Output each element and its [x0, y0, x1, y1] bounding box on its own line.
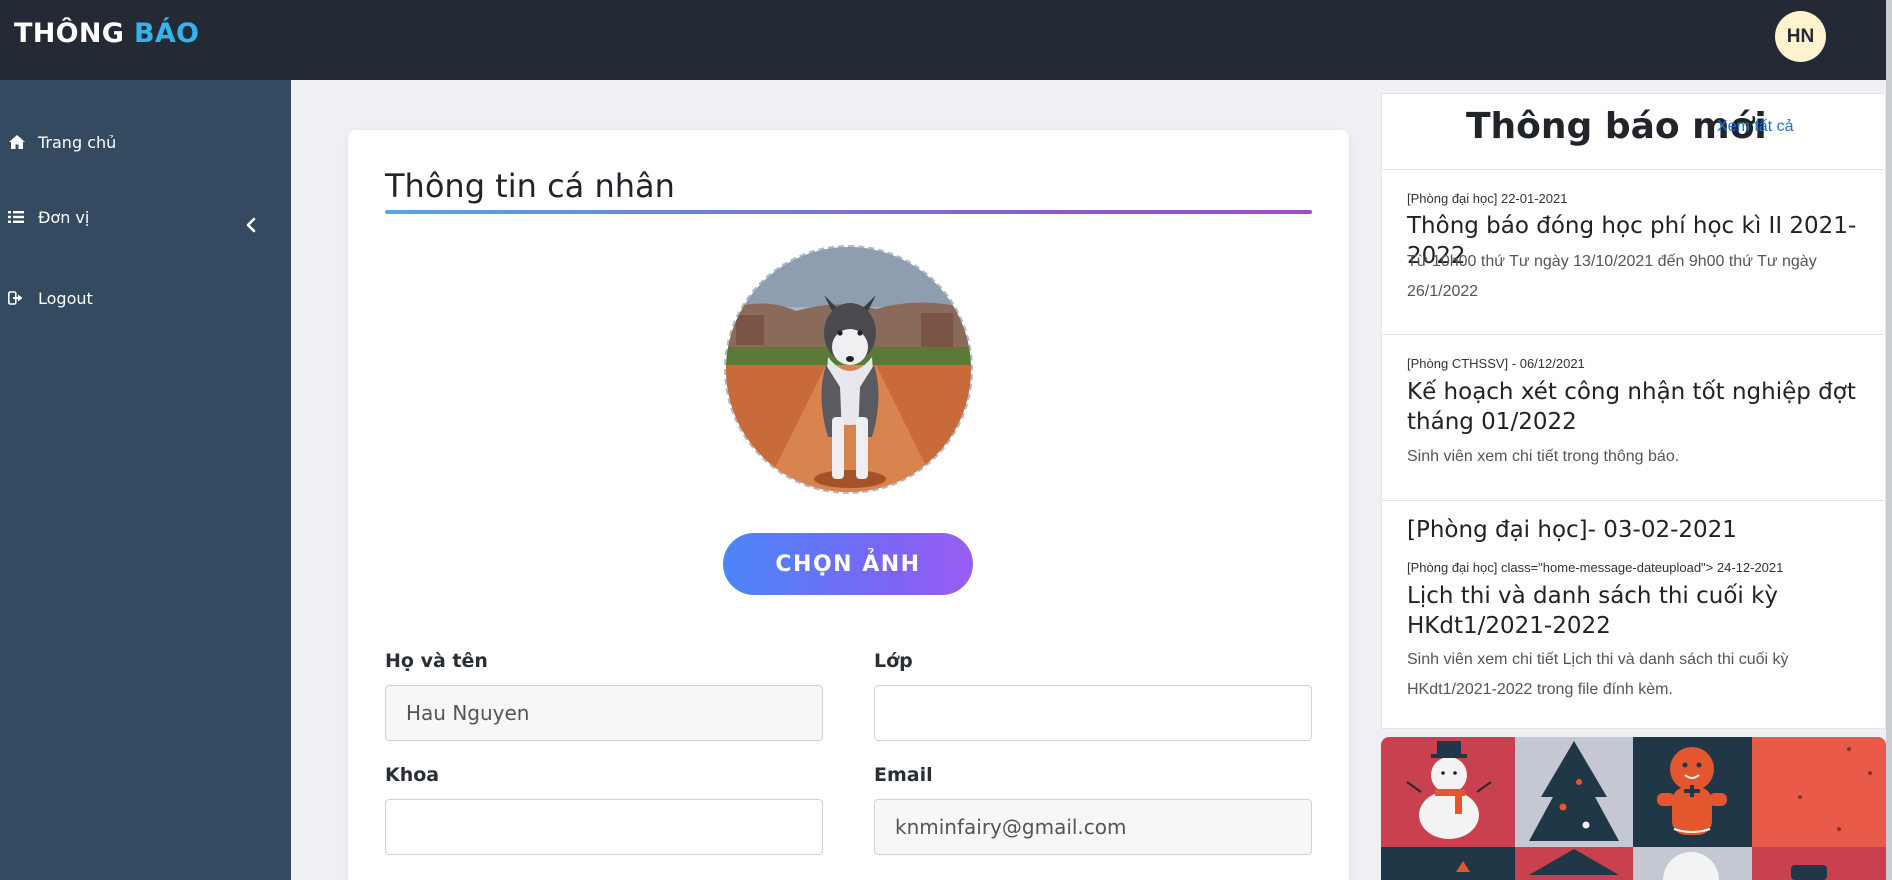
email-field[interactable] [874, 799, 1312, 855]
see-all-link[interactable]: Xem tất cả [1717, 118, 1793, 136]
notifications-panel: Thông báo mới Xem tất cả [Phòng đại học]… [1381, 93, 1887, 730]
user-avatar[interactable]: HN [1775, 11, 1826, 62]
notifications-header: Thông báo mới Xem tất cả [1382, 94, 1887, 170]
notification-desc: Sinh viên xem chi tiết trong thông báo. [1407, 448, 1680, 465]
class-field[interactable] [874, 685, 1312, 741]
christmas-banner[interactable] [1381, 737, 1886, 880]
christmas-illustration [1381, 737, 1886, 880]
page-title: Thông tin cá nhân [385, 167, 675, 205]
top-bar: THÔNG BÁO HN [0, 0, 1892, 80]
logo-text: THÔNG [14, 18, 134, 49]
faculty-field[interactable] [385, 799, 823, 855]
list-icon [0, 210, 36, 224]
notification-item[interactable]: [Phòng đại học]- 03-02-2021 [Phòng đại h… [1382, 501, 1887, 730]
home-icon [0, 134, 36, 150]
notification-date: [Phòng đại học] 22-01-2021 [1407, 191, 1568, 206]
faculty-label: Khoa [385, 764, 440, 786]
sidebar-item-label: Đơn vị [38, 207, 90, 227]
notification-subheading: [Phòng đại học]- 03-02-2021 [1407, 517, 1737, 543]
sidebar-item-home[interactable]: Trang chủ [0, 124, 291, 160]
notification-date: [Phòng CTHSSV] - 06/12/2021 [1407, 356, 1585, 371]
sidebar-item-label: Logout [38, 288, 93, 308]
notification-title: Lịch thi và danh sách thi cuối kỳ HKdt1/… [1407, 583, 1779, 639]
notification-item[interactable]: [Phòng CTHSSV] - 06/12/2021 Kế hoạch xét… [1382, 335, 1887, 501]
class-label: Lớp [874, 650, 913, 672]
sidebar-item-label: Trang chủ [38, 132, 117, 152]
chevron-left-icon[interactable] [244, 215, 258, 235]
logo-accent-text: BÁO [133, 18, 200, 49]
notification-item[interactable]: [Phòng đại học] 22-01-2021 Thông báo đón… [1382, 170, 1887, 335]
husky-photo [726, 247, 971, 492]
sidebar-item-logout[interactable]: Logout [0, 280, 291, 316]
choose-photo-button[interactable]: CHỌN ẢNH [723, 533, 973, 595]
fullname-label: Họ và tên [385, 650, 488, 672]
logo[interactable]: THÔNG BÁO [14, 18, 199, 49]
fullname-field[interactable] [385, 685, 823, 741]
profile-photo [724, 245, 973, 494]
sidebar: Trang chủ Đơn vị Logout [0, 80, 291, 880]
title-underline [385, 210, 1312, 214]
notification-date: [Phòng đại học] class="home-message-date… [1407, 560, 1784, 575]
email-label: Email [874, 764, 933, 786]
logout-icon [0, 291, 36, 305]
notification-desc: Từ 10h00 thứ Tư ngày 13/10/2021 đến 9h00… [1407, 253, 1817, 300]
notification-title: Kế hoạch xét công nhận tốt nghiệp đợt th… [1407, 379, 1856, 435]
notification-desc: Sinh viên xem chi tiết Lịch thi và danh … [1407, 651, 1789, 698]
profile-card: Thông tin cá nhân CHỌN ẢNH Họ và tên Hau… [348, 130, 1349, 880]
